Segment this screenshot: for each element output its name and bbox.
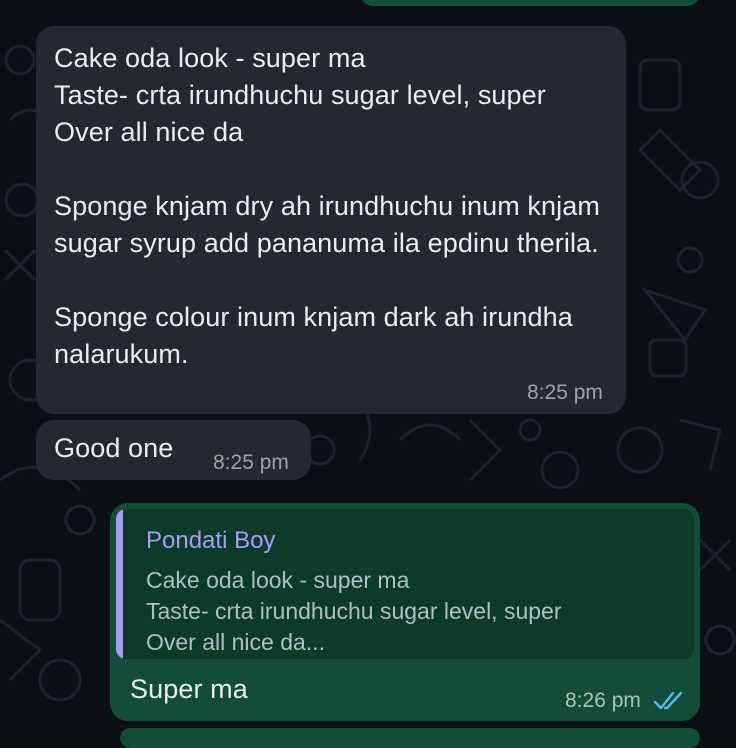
message-time: 8:25 pm bbox=[527, 381, 603, 404]
top-outgoing-bubble-edge bbox=[360, 0, 700, 6]
message-text: Super ma bbox=[130, 674, 248, 704]
message-text: Cake oda look - super ma Taste- crta iru… bbox=[54, 43, 600, 369]
quote-text: Cake oda look - super ma Taste- crta iru… bbox=[146, 567, 562, 655]
quote-accent-bar bbox=[116, 509, 123, 659]
message-bubble[interactable]: Pondati Boy Cake oda look - super ma Tas… bbox=[110, 503, 700, 721]
message-text: Good one bbox=[54, 433, 174, 463]
quote-author: Pondati Boy bbox=[146, 527, 276, 554]
message-time: 8:26 pm bbox=[565, 689, 641, 712]
message-bubble[interactable]: Good one 8:25 pm bbox=[36, 420, 311, 480]
message-time: 8:25 pm bbox=[213, 451, 289, 474]
next-outgoing-bubble-edge bbox=[120, 728, 700, 748]
double-check-read-icon bbox=[653, 691, 683, 710]
quoted-message[interactable]: Pondati Boy Cake oda look - super ma Tas… bbox=[116, 509, 694, 659]
message-bubble[interactable]: Cake oda look - super ma Taste- crta iru… bbox=[36, 26, 626, 414]
